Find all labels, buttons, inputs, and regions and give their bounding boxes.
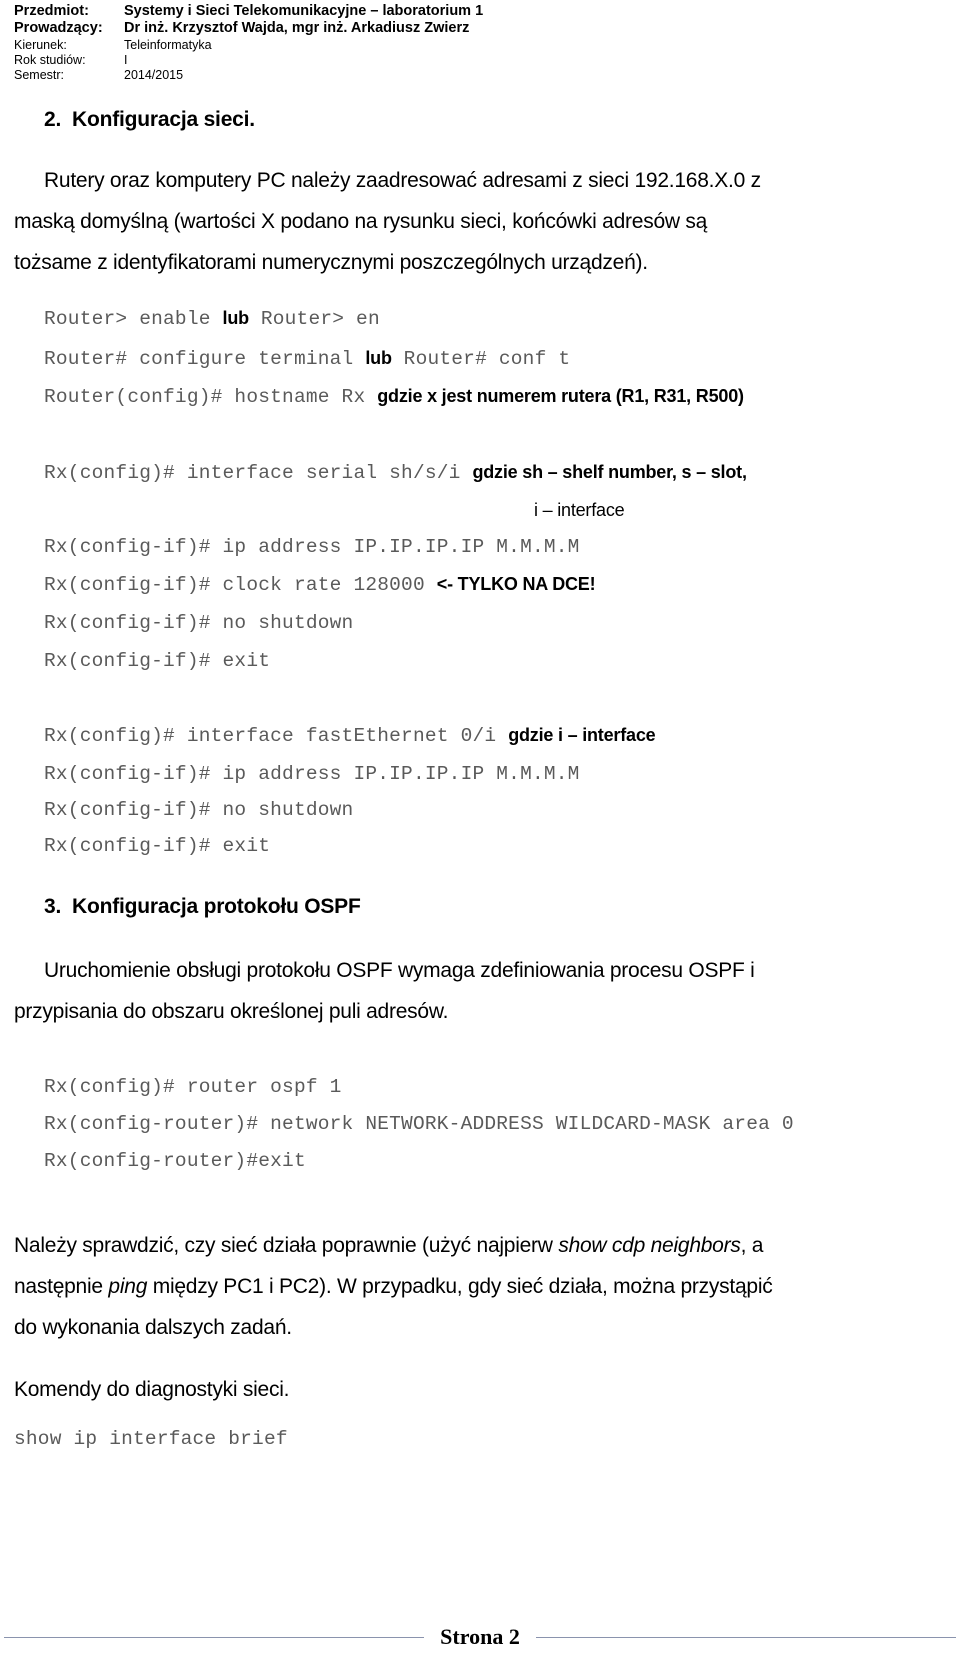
command-interface-fa-text: Rx(config)# interface fastEthernet 0/i: [44, 725, 509, 747]
command-clock-rate-text: Rx(config-if)# clock rate 128000: [44, 574, 437, 596]
header-row-prowadzacy: Prowadzący: Dr inż. Krzysztof Wajda, mgr…: [14, 20, 944, 37]
verification-line2-b: między PC1 i PC2). W przypadku, gdy sieć…: [147, 1275, 773, 1298]
footer-rule-right: [535, 1636, 957, 1638]
verification-line1-italic: show cdp neighbors: [558, 1234, 741, 1257]
command-network-statement: Rx(config-router)# network NETWORK-ADDRE…: [44, 1113, 794, 1135]
command-clock-rate: Rx(config-if)# clock rate 128000 <- TYLK…: [44, 574, 596, 596]
command-enable: Router> enable lub Router> en: [44, 308, 380, 330]
command-enable-a: Router> enable: [44, 308, 223, 330]
verification-line1-b: , a: [740, 1234, 764, 1257]
command-hostname-text: Router(config)# hostname Rx: [44, 386, 378, 408]
heading-title-3: Konfiguracja protokołu OSPF: [72, 895, 361, 918]
command-exit-fastethernet: Rx(config-if)# exit: [44, 835, 271, 857]
header-label-kierunek: Kierunek:: [14, 37, 67, 52]
header-value-prowadzacy: Dr inż. Krzysztof Wajda, mgr inż. Arkadi…: [124, 20, 470, 37]
paragraph-addressing-line1: Rutery oraz komputery PC należy zaadreso…: [44, 169, 761, 192]
command-exit-serial: Rx(config-if)# exit: [44, 650, 271, 672]
header-value-przedmiot: Systemy i Sieci Telekomunikacyjne – labo…: [124, 3, 484, 19]
command-no-shutdown-serial: Rx(config-if)# no shutdown: [44, 612, 354, 634]
header-label-rok-studiow: Rok studiów:: [14, 52, 86, 67]
command-interface-fastethernet: Rx(config)# interface fastEthernet 0/i g…: [44, 725, 656, 747]
command-show-ip-interface-brief: show ip interface brief: [14, 1428, 288, 1450]
header-row-semestr: Semestr: 2014/2015: [14, 68, 944, 83]
paragraph-ospf-line1: Uruchomienie obsługi protokołu OSPF wyma…: [44, 959, 755, 982]
command-configure-separator: lub: [365, 348, 392, 368]
header-row-rok-studiow: Rok studiów: I: [14, 53, 944, 68]
command-enable-b: Router> en: [248, 308, 380, 330]
paragraph-addressing-line2: maską domyślną (wartości X podano na rys…: [14, 210, 708, 233]
heading-konfiguracja-sieci: 2. Konfiguracja sieci.: [44, 108, 255, 132]
verification-line1-a: Należy sprawdzić, czy sieć działa popraw…: [14, 1234, 559, 1257]
header-label-semestr: Semestr:: [14, 67, 65, 82]
verification-line2-italic: ping: [108, 1275, 148, 1298]
command-interface-serial-text: Rx(config)# interface serial sh/s/i: [44, 462, 473, 484]
command-interface-fa-note: gdzie i – interface: [508, 725, 656, 745]
command-hostname: Router(config)# hostname Rx gdzie x jest…: [44, 386, 744, 408]
command-no-shutdown-fastethernet: Rx(config-if)# no shutdown: [44, 799, 354, 821]
footer-rule-left: [4, 1636, 425, 1638]
paragraph-verification-line3: do wykonania dalszych zadań.: [14, 1316, 292, 1339]
header-value-rok-studiow: I: [124, 52, 128, 67]
heading-number-2: 2.: [44, 108, 62, 131]
heading-konfiguracja-ospf: 3. Konfiguracja protokołu OSPF: [44, 895, 361, 919]
command-router-ospf: Rx(config)# router ospf 1: [44, 1076, 342, 1098]
header-value-kierunek: Teleinformatyka: [124, 37, 212, 52]
command-configure-b: Router# conf t: [391, 348, 571, 370]
heading-number-3: 3.: [44, 895, 62, 918]
paragraph-addressing-line3: tożsame z identyfikatorami numerycznymi …: [14, 251, 648, 274]
command-hostname-note: gdzie x jest numerem rutera (R1, R31, R5…: [377, 386, 744, 406]
command-exit-router: Rx(config-router)#exit: [44, 1150, 306, 1172]
command-interface-serial: Rx(config)# interface serial sh/s/i gdzi…: [44, 462, 747, 484]
command-configure-terminal: Router# configure terminal lub Router# c…: [44, 348, 570, 370]
header-value-semestr: 2014/2015: [124, 67, 184, 82]
command-interface-serial-note: gdzie sh – shelf number, s – slot,: [472, 462, 747, 482]
header-row-kierunek: Kierunek: Teleinformatyka: [14, 38, 944, 53]
heading-diagnostics: Komendy do diagnostyki sieci.: [14, 1378, 290, 1401]
page-footer: Strona 2: [0, 1624, 960, 1650]
command-ip-address-fastethernet: Rx(config-if)# ip address IP.IP.IP.IP M.…: [44, 763, 580, 785]
document-page: Przedmiot: Systemy i Sieci Telekomunikac…: [0, 0, 960, 1656]
header-label-prowadzacy: Prowadzący:: [14, 20, 103, 37]
paragraph-ospf-line2: przypisania do obszaru określonej puli a…: [14, 1000, 449, 1023]
command-configure-a: Router# configure terminal: [44, 348, 366, 370]
footer-page-label: Strona 2: [440, 1624, 520, 1649]
verification-line2-a: następnie: [14, 1275, 109, 1298]
note-interface-continuation: i – interface: [534, 500, 625, 520]
paragraph-verification-line1: Należy sprawdzić, czy sieć działa popraw…: [14, 1225, 926, 1266]
header-label-przedmiot: Przedmiot:: [14, 3, 89, 19]
heading-title-2: Konfiguracja sieci.: [72, 108, 255, 131]
document-header: Przedmiot: Systemy i Sieci Telekomunikac…: [14, 3, 944, 83]
command-enable-separator: lub: [222, 308, 250, 328]
paragraph-verification-line2: następnie ping między PC1 i PC2). W przy…: [14, 1266, 926, 1307]
command-ip-address-serial: Rx(config-if)# ip address IP.IP.IP.IP M.…: [44, 536, 580, 558]
command-clock-rate-note: <- TYLKO NA DCE!: [436, 574, 596, 594]
header-row-przedmiot: Przedmiot: Systemy i Sieci Telekomunikac…: [14, 3, 944, 20]
